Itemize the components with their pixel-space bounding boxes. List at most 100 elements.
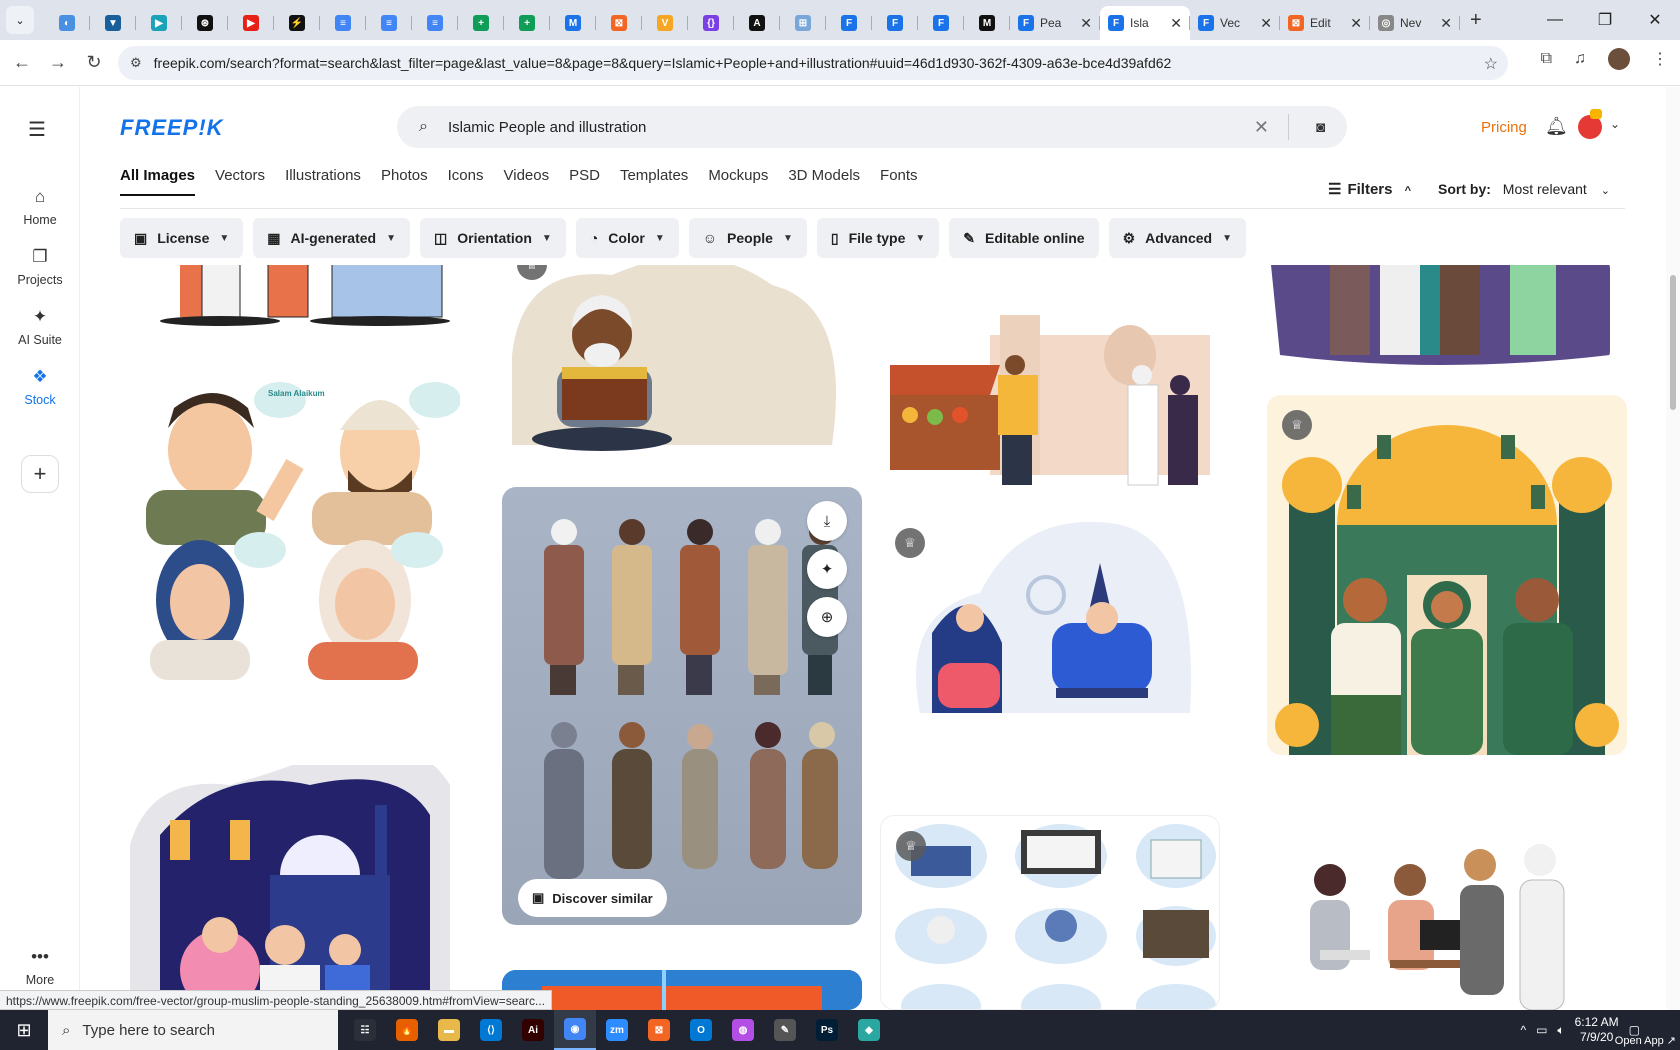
network-icon[interactable]: ▭	[1536, 1023, 1547, 1037]
close-tab-icon[interactable]: ✕	[1170, 15, 1182, 32]
reload-icon[interactable]: ↻	[76, 52, 112, 73]
taskbar-app-icon[interactable]: O	[680, 1010, 722, 1050]
forward-icon[interactable]: →	[40, 52, 76, 73]
user-avatar[interactable]	[1578, 109, 1602, 139]
discover-similar-button[interactable]: ▣ Discover similar	[518, 879, 667, 917]
search-input[interactable]: Islamic People and illustration	[448, 119, 646, 136]
taskbar-app-icon[interactable]: ✎	[764, 1010, 806, 1050]
browser-tab[interactable]: +	[458, 6, 504, 40]
taskbar-app-icon[interactable]: ◉	[554, 1010, 596, 1050]
result-card[interactable]: ♕	[880, 815, 1220, 1010]
browser-tab[interactable]: ⊠ Edit ✕	[1280, 6, 1370, 40]
tab-fonts[interactable]: Fonts	[880, 167, 918, 196]
tab-icons[interactable]: Icons	[448, 167, 484, 196]
filter-chip-people[interactable]: ☺ People ▼	[688, 218, 807, 258]
camera-search-icon[interactable]: ◙	[1316, 119, 1325, 136]
sidebar-item-projects[interactable]: ❐ Projects	[0, 247, 80, 287]
taskbar-app-icon[interactable]: zm	[596, 1010, 638, 1050]
minimize-icon[interactable]: —	[1530, 11, 1580, 29]
bookmark-star-icon[interactable]: ☆	[1484, 54, 1498, 74]
omnibox[interactable]: ⚙ freepik.com/search?format=search&last_…	[118, 46, 1508, 80]
download-icon[interactable]: ⤓	[807, 501, 847, 541]
result-card[interactable]: ♕	[502, 265, 847, 465]
filter-chip-advanced[interactable]: ⚙ Advanced ▼	[1108, 218, 1246, 258]
taskbar-app-icon[interactable]: ◆	[848, 1010, 890, 1050]
tab-all-images[interactable]: All Images	[120, 167, 196, 196]
result-card[interactable]	[120, 765, 460, 1010]
browser-tab[interactable]: ⚡	[274, 6, 320, 40]
browser-tab[interactable]: F Vec ✕	[1190, 6, 1280, 40]
tray-chevron-icon[interactable]: ^	[1520, 1023, 1526, 1037]
browser-tab[interactable]: V	[642, 6, 688, 40]
ai-edit-icon[interactable]: ✦	[807, 549, 847, 589]
new-tab-button[interactable]: +	[1470, 9, 1482, 32]
close-tab-icon[interactable]: ✕	[1080, 15, 1092, 32]
browser-tab[interactable]: ⊠	[596, 6, 642, 40]
browser-tab[interactable]: F	[918, 6, 964, 40]
tab-search-button[interactable]: ⌄	[6, 6, 34, 34]
pricing-link[interactable]: Pricing	[1481, 119, 1527, 136]
browser-tab[interactable]: ▶	[228, 6, 274, 40]
volume-icon[interactable]: 🔈︎	[1557, 1023, 1564, 1038]
result-card[interactable]	[1270, 265, 1610, 365]
result-card[interactable]: Salam Alaikum	[120, 380, 460, 680]
add-icon[interactable]: +	[21, 455, 59, 493]
browser-tab[interactable]: F Isla ✕	[1100, 6, 1190, 40]
tab-videos[interactable]: Videos	[504, 167, 550, 196]
close-window-icon[interactable]: ✕	[1630, 10, 1680, 30]
browser-tab[interactable]: ≡	[366, 6, 412, 40]
browser-tab[interactable]: ≡	[412, 6, 458, 40]
result-card[interactable]: ⤓ ✦ ⊕ ▣ Discover similar	[502, 487, 862, 925]
close-tab-icon[interactable]: ✕	[1260, 15, 1272, 32]
menu-icon[interactable]: ☰	[28, 117, 46, 142]
close-tab-icon[interactable]: ✕	[1350, 15, 1362, 32]
result-card[interactable]: ♕	[1267, 395, 1627, 755]
browser-tab[interactable]: F Pea ✕	[1010, 6, 1100, 40]
sidebar-item-home[interactable]: ⌂ Home	[0, 187, 80, 227]
browser-tab[interactable]: ▶	[136, 6, 182, 40]
media-control-icon[interactable]: ♫	[1574, 50, 1586, 68]
open-app-label[interactable]: Open App ↗	[1615, 1034, 1676, 1047]
tab-psd[interactable]: PSD	[569, 167, 600, 196]
back-icon[interactable]: ←	[4, 52, 40, 73]
taskbar-app-icon[interactable]: Ps	[806, 1010, 848, 1050]
taskbar-app-icon[interactable]: Ai	[512, 1010, 554, 1050]
extensions-icon[interactable]: ⧉	[1541, 50, 1552, 68]
browser-menu-icon[interactable]: ⋮	[1652, 49, 1668, 69]
filter-chip-license[interactable]: ▣ License ▼	[120, 218, 244, 258]
filter-chip-orientation[interactable]: ◫ Orientation ▼	[420, 218, 566, 258]
windows-start-icon[interactable]: ⊞	[0, 1020, 48, 1041]
browser-tab[interactable]: ◐	[44, 6, 90, 40]
notification-bell-icon[interactable]: 🔔︎	[1545, 116, 1568, 137]
browser-tab[interactable]: F	[826, 6, 872, 40]
tab-3d-models[interactable]: 3D Models	[788, 167, 860, 196]
browser-tab[interactable]: ▼	[90, 6, 136, 40]
taskbar-app-icon[interactable]: ☷	[344, 1010, 386, 1050]
browser-tab[interactable]: ⊛	[182, 6, 228, 40]
tab-photos[interactable]: Photos	[381, 167, 428, 196]
sidebar-item-more[interactable]: ••• More	[0, 947, 80, 987]
taskbar-app-icon[interactable]: ▬	[428, 1010, 470, 1050]
scrollbar-thumb[interactable]	[1670, 275, 1676, 410]
clear-search-icon[interactable]: ✕	[1254, 117, 1269, 138]
result-card[interactable]	[120, 265, 460, 345]
filters-button[interactable]: ☰ Filters ^	[1328, 180, 1411, 198]
tab-illustrations[interactable]: Illustrations	[285, 167, 361, 196]
freepik-logo[interactable]: FREEP!K	[120, 115, 224, 141]
browser-tab[interactable]: {}	[688, 6, 734, 40]
filter-chip-file-type[interactable]: ▯ File type ▼	[816, 218, 940, 258]
filter-chip-editable-online[interactable]: ✎ Editable online	[949, 218, 1099, 258]
url-text[interactable]: freepik.com/search?format=search&last_fi…	[154, 55, 1172, 71]
browser-tab[interactable]: A	[734, 6, 780, 40]
search-bar[interactable]: ⌕ Islamic People and illustration ✕ ◙	[397, 106, 1347, 148]
browser-tab[interactable]: F	[872, 6, 918, 40]
filter-chip-color[interactable]: ◔ Color ▼	[575, 218, 679, 258]
tab-templates[interactable]: Templates	[620, 167, 688, 196]
restore-icon[interactable]: ❐	[1580, 10, 1630, 30]
taskbar-app-icon[interactable]: ⊠	[638, 1010, 680, 1050]
taskbar-clock[interactable]: 6:12 AM 7/9/20	[1575, 1015, 1619, 1045]
result-card[interactable]	[880, 305, 1220, 495]
profile-avatar[interactable]	[1608, 48, 1630, 70]
close-tab-icon[interactable]: ✕	[1440, 15, 1452, 32]
browser-tab[interactable]: ⊞	[780, 6, 826, 40]
